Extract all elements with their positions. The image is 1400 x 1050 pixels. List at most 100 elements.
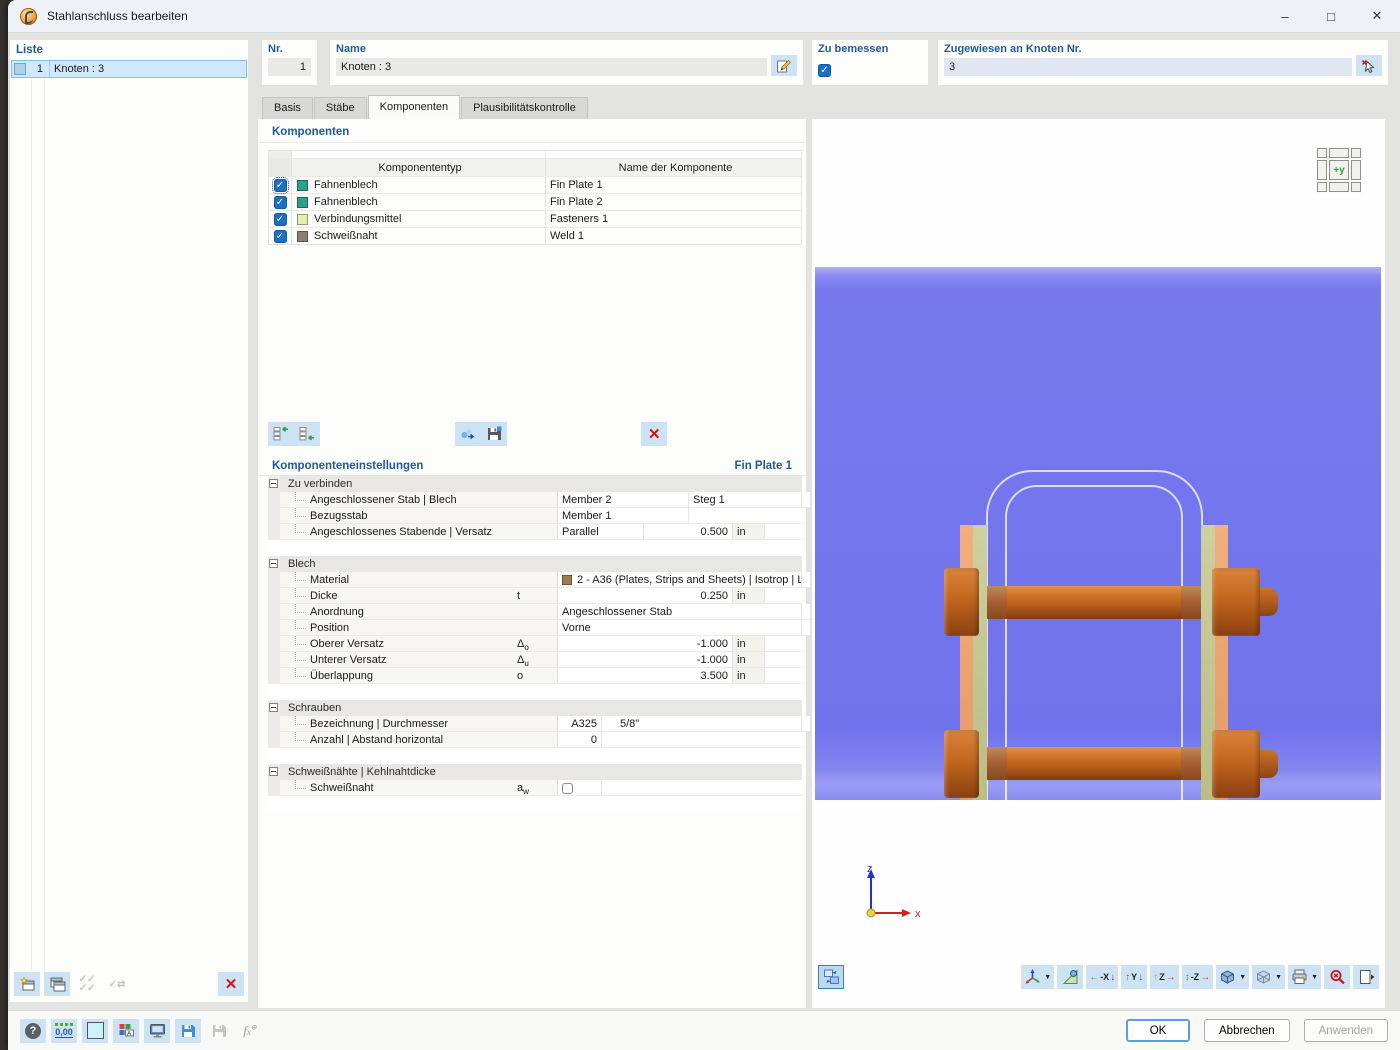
- to-design-checkbox[interactable]: ✓: [818, 64, 831, 77]
- setting-value[interactable]: 3.500: [558, 668, 733, 684]
- component-checkbox[interactable]: ✓: [273, 212, 287, 226]
- maximize-button[interactable]: □: [1308, 0, 1354, 32]
- insert-component-button[interactable]: [268, 422, 294, 446]
- settings-section-3: Schweißnähte | Kehlnahtdicke: [268, 764, 802, 780]
- import-components-button[interactable]: [454, 422, 481, 446]
- copy-connection-button[interactable]: [44, 972, 70, 996]
- component-row-fasteners-1[interactable]: ✓ Verbindungsmittel Fasteners 1: [269, 210, 801, 227]
- invert-checks-button: ✓⇄: [108, 978, 126, 990]
- minimize-button[interactable]: –: [1262, 0, 1308, 32]
- component-name: Fin Plate 2: [550, 196, 603, 208]
- view-minus-z-button[interactable]: ↕ -Z →: [1181, 965, 1214, 989]
- viewport-toolbar: ▼ ← -X ↓ ↑ Y ↓ ↑ Z → ↕ -Z → ▼ ▼ ▼: [818, 961, 1379, 993]
- settings-section-0: Zu verbinden: [268, 476, 802, 492]
- setting-symbol: o: [512, 668, 558, 684]
- setting-value[interactable]: 0.500: [644, 524, 733, 540]
- setting-value[interactable]: 0: [558, 732, 602, 748]
- component-type: Fahnenblech: [314, 179, 378, 191]
- setting-value[interactable]: Parallel: [558, 524, 644, 540]
- setting-value[interactable]: A325: [558, 716, 602, 732]
- zoom-reset-button[interactable]: [1324, 965, 1350, 989]
- collapse-icon[interactable]: [269, 703, 278, 712]
- settings-section-1: Blech: [268, 556, 802, 572]
- name-input[interactable]: Knoten : 3: [336, 58, 767, 76]
- close-button[interactable]: ✕: [1354, 0, 1400, 32]
- setting-value[interactable]: Member 1: [558, 508, 689, 524]
- view-y-button[interactable]: ↑ Y ↓: [1121, 965, 1148, 989]
- setting-value[interactable]: 5/8": [602, 716, 802, 732]
- tab-st-be[interactable]: Stäbe: [313, 97, 367, 119]
- item-color-swatch: [14, 63, 26, 75]
- assigned-nodes-label: Zugewiesen an Knoten Nr.: [944, 43, 1082, 55]
- save-components-button[interactable]: [480, 422, 507, 446]
- bolt-shaft-2: [1007, 747, 1181, 780]
- delete-connection-button[interactable]: ✕: [218, 972, 244, 996]
- cancel-button[interactable]: Abbrechen: [1204, 1019, 1290, 1042]
- pick-nodes-button[interactable]: [1356, 55, 1382, 76]
- setting-unit: in: [733, 668, 765, 684]
- view-minus-x-button[interactable]: ← -X ↓: [1086, 965, 1119, 989]
- component-checkbox[interactable]: ✓: [273, 195, 287, 209]
- nr-label: Nr.: [268, 43, 283, 55]
- component-row-weld-1[interactable]: ✓ Schweißnaht Weld 1: [269, 227, 801, 244]
- edit-name-button[interactable]: [771, 55, 797, 76]
- list-gridline: [31, 60, 32, 970]
- component-checkbox[interactable]: ✓: [271, 176, 289, 194]
- component-type: Schweißnaht: [314, 230, 378, 242]
- tab-basis[interactable]: Basis: [262, 97, 313, 119]
- side-panel-button[interactable]: [1353, 965, 1379, 989]
- collapse-icon[interactable]: [269, 767, 278, 776]
- view-z-button[interactable]: ↑ Z →: [1150, 965, 1179, 989]
- axis-x-label: x: [915, 908, 921, 920]
- render-mode-button[interactable]: ▼: [1216, 965, 1250, 989]
- name-field-group: Name Knoten : 3: [330, 40, 803, 85]
- setting-value[interactable]: 2 - A36 (Plates, Strips and Sheets) | Is…: [558, 572, 802, 588]
- section-title: Schweißnähte | Kehlnahtdicke: [288, 766, 436, 778]
- measure-button[interactable]: [1057, 965, 1084, 989]
- viewport-panel[interactable]: +y z x ▼ ← -X ↓ ↑ Y ↓ ↑ Z → ↕ -Z → ▼ ▼ ▼: [812, 119, 1385, 1008]
- print-graphic-button[interactable]: ▼: [1288, 965, 1321, 989]
- setting-value[interactable]: Vorne: [558, 620, 802, 636]
- setting-value[interactable]: 0.250: [558, 588, 733, 604]
- new-connection-button[interactable]: [14, 972, 40, 996]
- component-type-swatch: [297, 179, 308, 191]
- save-view-settings-button[interactable]: [175, 1018, 201, 1043]
- tab-komponenten[interactable]: Komponenten: [367, 95, 461, 119]
- collapse-icon[interactable]: [269, 559, 278, 568]
- display-properties-button[interactable]: A: [113, 1018, 139, 1043]
- isometric-view-button[interactable]: ▼: [1021, 965, 1055, 989]
- list-item-knoten-3[interactable]: 1 Knoten : 3: [11, 60, 247, 78]
- weld-checkbox[interactable]: ✓: [562, 783, 573, 794]
- setting-value[interactable]: Steg 1: [689, 492, 802, 508]
- tab-plausibilit-tskontrolle[interactable]: Plausibilitätskontrolle: [461, 97, 588, 119]
- wireframe-mode-button[interactable]: ▼: [1252, 965, 1286, 989]
- collapse-icon[interactable]: [269, 479, 278, 488]
- nr-input[interactable]: 1: [268, 58, 311, 76]
- bolt-head-1-left: [944, 568, 979, 636]
- monitor-settings-button[interactable]: [144, 1018, 170, 1043]
- help-button[interactable]: ?: [20, 1018, 46, 1043]
- render-scene[interactable]: [815, 267, 1381, 800]
- decimal-places-button[interactable]: 0,00: [51, 1018, 77, 1043]
- component-row-fin-plate-2[interactable]: ✓ Fahnenblech Fin Plate 2: [269, 193, 801, 210]
- component-row-fin-plate-1[interactable]: ✓ Fahnenblech Fin Plate 1: [269, 176, 801, 194]
- assigned-nodes-input[interactable]: 3: [944, 58, 1352, 76]
- bolt-stub-1: [1260, 588, 1278, 616]
- settings-header: Komponenteneinstellungen Fin Plate 1: [258, 458, 806, 476]
- settings-row-position: Position Vorne: [268, 620, 810, 636]
- view-orientation-cube[interactable]: +y: [1315, 146, 1363, 194]
- component-checkbox[interactable]: ✓: [273, 229, 287, 243]
- setting-value[interactable]: Angeschlossener Stab: [558, 604, 802, 620]
- color-background-button[interactable]: [82, 1018, 108, 1043]
- settings-row-bezugsstab: Bezugsstab Member 1: [268, 508, 802, 524]
- setting-value[interactable]: -1.000: [558, 652, 733, 668]
- delete-all-components-button[interactable]: ✕: [641, 422, 668, 446]
- setting-label: Dicke: [280, 588, 512, 604]
- setting-value[interactable]: Member 2: [558, 492, 689, 508]
- setting-value[interactable]: -1.000: [558, 636, 733, 652]
- remove-component-button[interactable]: [294, 422, 320, 446]
- setting-label: Bezugsstab: [280, 508, 512, 524]
- setting-unit: in: [733, 588, 765, 604]
- viewport-sync-button[interactable]: [818, 965, 844, 989]
- ok-button[interactable]: OK: [1126, 1019, 1191, 1042]
